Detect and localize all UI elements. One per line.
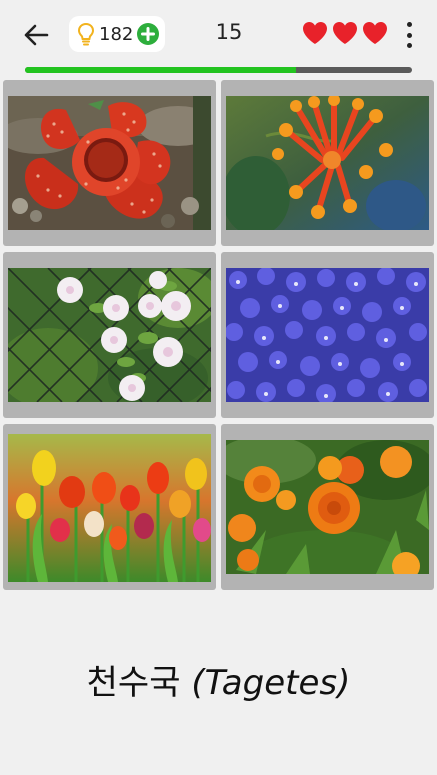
level-number: 15 <box>215 20 243 44</box>
lightbulb-icon <box>77 22 95 46</box>
answer-label: 천수국 (Tagetes) <box>0 655 437 704</box>
more-vert-icon <box>406 22 412 27</box>
more-menu-button[interactable] <box>400 22 418 48</box>
lobelia-image <box>226 268 429 402</box>
option-tile-tulips[interactable] <box>3 424 216 590</box>
option-tile-morning-glory[interactable] <box>3 252 216 418</box>
answer-korean-name: 천수국 <box>86 663 181 703</box>
honeysuckle-image <box>226 96 429 230</box>
heart-icon <box>303 22 327 44</box>
option-tile-lobelia[interactable] <box>221 252 434 418</box>
marigold-image <box>226 440 429 574</box>
tulips-image <box>8 434 211 582</box>
plus-icon <box>141 27 155 41</box>
hints-counter[interactable]: 182 <box>69 16 165 52</box>
morning-glory-image <box>8 268 211 402</box>
option-tile-honeysuckle[interactable] <box>221 80 434 246</box>
arrow-left-icon <box>24 24 49 46</box>
level-progress-bar <box>25 67 412 73</box>
add-hints-button[interactable] <box>137 23 159 45</box>
option-tile-marigold[interactable] <box>221 424 434 590</box>
option-tile-rafflesia[interactable] <box>3 80 216 246</box>
progress-fill <box>25 67 296 73</box>
heart-icon <box>333 22 357 44</box>
rafflesia-image <box>8 96 211 230</box>
back-button[interactable] <box>20 20 52 50</box>
heart-icon <box>363 22 387 44</box>
top-bar: 182 15 <box>0 0 437 68</box>
hint-count: 182 <box>99 23 134 45</box>
answer-latin-name: (Tagetes) <box>191 663 351 703</box>
lives <box>302 21 388 45</box>
